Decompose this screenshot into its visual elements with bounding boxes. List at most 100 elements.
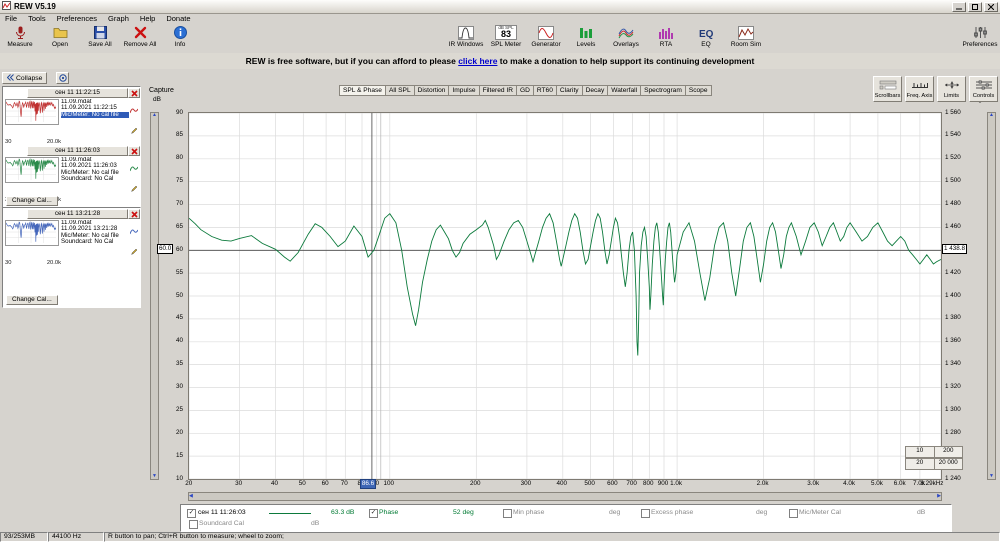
bottom-scrollbar[interactable]: ◀ ▶ [188,492,942,501]
toolbar-overlays[interactable]: Overlays [608,24,644,48]
phase-checkbox[interactable] [369,509,378,518]
toolbar-generator[interactable]: Generator [528,24,564,48]
tab-clarity[interactable]: Clarity [555,85,583,96]
toolbar-open[interactable]: Open [42,24,78,48]
menu-preferences[interactable]: Preferences [57,14,97,23]
plot-area[interactable] [188,112,942,480]
toolbar-rta[interactable]: RTA [648,24,684,48]
tab-impulse[interactable]: Impulse [448,85,480,96]
collapse-button[interactable]: Collapse [2,72,48,84]
scroll-right-icon[interactable]: ▶ [937,494,941,499]
right-scrollbar[interactable]: ▲ ▼ [987,112,996,480]
banner-text-post: to make a donation to help support its c… [497,56,755,66]
remove-all-icon [133,24,148,40]
scroll-down-icon[interactable]: ▼ [989,474,994,479]
y-right-tick: 1 560 [945,108,961,116]
toolbar-remove-all[interactable]: Remove All [122,24,158,48]
change-cal-button[interactable]: Change Cal... [6,295,58,305]
scroll-down-icon[interactable]: ▼ [152,474,157,479]
y-left-tick: 30 [175,383,183,390]
trace-icon[interactable] [129,101,139,119]
graph-tab-bar: SPL & Phase All SPL Distortion Impulse Filte… [339,85,712,96]
freq-axis-button[interactable]: Freq. Axis [905,76,934,102]
measurement-header: сен 11 11:26:03 [3,145,140,156]
tab-gd[interactable]: GD [515,85,534,96]
title-bar: REW V5.19 [0,0,1000,14]
spl-phase-chart [188,112,942,480]
toolbar-levels[interactable]: Levels [568,24,604,48]
toolbar-info[interactable]: Info [162,24,198,48]
measurement-title-button[interactable]: сен 11 11:26:03 [27,145,128,156]
donation-link[interactable]: click here [458,56,497,66]
x-tick: 40 [270,480,279,487]
edit-icon[interactable] [130,121,138,139]
min-phase-checkbox[interactable] [503,509,512,518]
menu-help[interactable]: Help [140,14,155,23]
toolbar-save-all[interactable]: Save All [82,24,118,48]
generator-label: Generator [531,41,561,48]
measurement-thumbnail[interactable] [5,99,59,125]
spl-meter-readout: dB SPL 83 [495,24,517,40]
tab-all-spl[interactable]: All SPL [384,85,415,96]
tab-decay[interactable]: Decay [581,85,609,96]
limits-button[interactable]: Limits [937,76,966,102]
menu-tools[interactable]: Tools [28,14,46,23]
measurement-thumbnail[interactable] [5,220,59,246]
tab-spl-phase[interactable]: SPL & Phase [339,85,386,96]
app-icon [2,1,11,12]
maximize-button[interactable] [968,1,982,12]
menu-graph[interactable]: Graph [108,14,129,23]
micmeter-cal-checkbox[interactable] [789,509,798,518]
scroll-up-icon[interactable]: ▲ [989,113,994,118]
zoom-from: 20 [906,459,935,469]
scrollbars-icon [879,80,897,92]
measurement-title-button[interactable]: сен 11 13:21:28 [27,208,128,219]
sidebar-pin-button[interactable] [56,72,69,84]
excess-phase-checkbox[interactable] [641,509,650,518]
edit-icon[interactable] [130,179,138,197]
remove-measurement-button[interactable] [128,208,140,219]
toolbar-measure[interactable]: Measure [2,24,38,48]
measurement-1-2: сен 11 11:26:03 11.09.mdat 11.09.2021 11:2… [3,145,140,203]
controls-button[interactable]: Controls [969,76,998,102]
save-all-icon [93,24,108,40]
measurement-thumbnail[interactable] [5,157,59,183]
trace-icon[interactable] [129,159,139,177]
measurement-panel-1: сен 11 11:22:15 11.09.mdat 11.09.2021 11:2… [2,86,141,209]
change-cal-button[interactable]: Change Cal... [6,196,58,206]
minimize-button[interactable] [952,1,966,12]
scrollbars-button[interactable]: Scrollbars [873,76,902,102]
close-button[interactable] [984,1,998,12]
trace-icon[interactable] [129,222,139,240]
menu-file[interactable]: File [5,14,17,23]
toolbar-ir-windows[interactable]: IR Windows [448,24,484,48]
measurement-checkbox[interactable] [187,509,196,518]
toolbar-room-sim[interactable]: Room Sim [728,24,764,48]
tab-filtered-ir[interactable]: Filtered IR [478,85,517,96]
toolbar-left-group: Measure Open Save All Remove All Info [2,24,198,48]
tab-scope[interactable]: Scope [684,85,712,96]
x-tick: 900 [657,480,669,487]
measurement-title-button[interactable]: сен 11 11:22:15 [27,87,128,98]
soundcard-cal-checkbox[interactable] [189,520,198,529]
zoom-preset-10-200[interactable]: 10 200 [905,446,963,458]
toolbar-eq[interactable]: EQ EQ [688,24,724,48]
limits-icon [943,80,961,92]
scroll-up-icon[interactable]: ▲ [152,113,157,118]
remove-measurement-button[interactable] [128,145,140,156]
excess-phase-label: Excess phase [651,509,694,516]
scroll-left-icon[interactable]: ◀ [189,494,193,499]
tab-rt60[interactable]: RT60 [532,85,557,96]
tab-waterfall[interactable]: Waterfall [607,85,642,96]
generator-icon [538,24,554,40]
y-left-tick: 45 [175,314,183,322]
menu-donate[interactable]: Donate [166,14,190,23]
edit-icon[interactable] [130,242,138,260]
toolbar-spl-meter[interactable]: dB SPL 83 SPL Meter [488,24,524,48]
tab-distortion[interactable]: Distortion [413,85,450,96]
tab-spectrogram[interactable]: Spectrogram [640,85,686,96]
zoom-preset-20-20000[interactable]: 20 20 000 [905,458,963,470]
remove-measurement-button[interactable] [128,87,140,98]
toolbar-preferences[interactable]: Preferences [962,24,998,48]
left-scrollbar[interactable]: ▲ ▼ [150,112,159,480]
